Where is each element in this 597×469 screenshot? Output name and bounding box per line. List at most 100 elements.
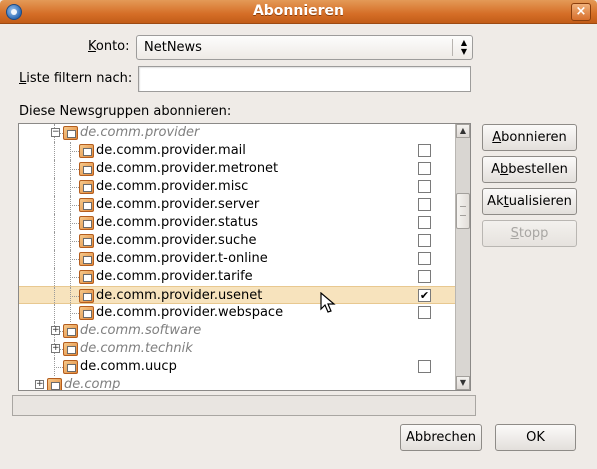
unsubscribe-label-a: A — [491, 162, 501, 177]
newsgroup-tree[interactable]: − de.comm.provider de.comm.provider.mail de… — [18, 123, 471, 391]
subscribe-checkbox[interactable] — [418, 216, 431, 229]
close-button[interactable]: × — [571, 3, 591, 21]
newsgroup-folder-icon — [63, 342, 78, 356]
tree-row[interactable]: de.comm.provider.tarife — [19, 268, 455, 286]
newsgroup-folder-icon — [79, 198, 94, 212]
subscribe-checkbox[interactable] — [418, 360, 431, 373]
tree-row[interactable]: de.comm.provider.webspace — [19, 304, 455, 322]
title-bar[interactable]: Abonnieren × — [0, 0, 597, 24]
tree-row[interactable]: de.comm.provider.misc — [19, 178, 455, 196]
tree-row-label: de.comm.provider.usenet — [96, 288, 263, 303]
subscribe-checkbox[interactable] — [418, 180, 431, 193]
newsgroup-folder-icon — [79, 162, 94, 176]
subscribe-checkbox[interactable]: ✔ — [418, 289, 431, 302]
tree-row-label: de.comm.provider — [80, 125, 200, 140]
subscribe-checkbox[interactable] — [418, 252, 431, 265]
subscribe-label-rest: bonnieren — [501, 130, 567, 145]
tree-row-label: de.comm.provider.t-online — [96, 251, 268, 266]
tree-row[interactable]: de.comm.provider.metronet — [19, 160, 455, 178]
tree-row-label: de.comm.provider.metronet — [96, 161, 279, 176]
tree-branch-line — [70, 223, 79, 224]
tree-guide-line — [54, 214, 55, 232]
tree-guide-line — [54, 196, 55, 214]
subscribe-checkbox[interactable] — [418, 198, 431, 211]
tree-row-label: de.comp — [64, 377, 121, 391]
vertical-scrollbar[interactable]: ▲ ▼ — [455, 124, 470, 390]
subscribe-checkbox[interactable] — [418, 234, 431, 247]
subscribe-checkbox[interactable] — [418, 144, 431, 157]
subscribe-checkbox[interactable] — [418, 162, 431, 175]
newsgroup-folder-icon — [63, 360, 78, 374]
status-bar — [12, 395, 476, 416]
tree-row[interactable]: − de.comm.provider — [19, 124, 455, 142]
unsubscribe-label-rest: bestellen — [508, 162, 568, 177]
newsgroup-folder-icon — [79, 289, 94, 303]
newsgroup-folder-icon — [47, 378, 62, 390]
newsgroup-folder-icon — [79, 306, 94, 320]
tree-guide-line — [54, 250, 55, 268]
tree-row-label: de.comm.provider.tarife — [96, 269, 253, 284]
account-select-value: NetNews — [144, 40, 202, 55]
newsgroup-folder-icon — [79, 234, 94, 248]
tree-branch-line — [70, 313, 79, 314]
tree-row-label: de.comm.provider.suche — [96, 233, 257, 248]
ok-button[interactable]: OK — [495, 424, 576, 451]
tree-row-label: de.comm.provider.mail — [96, 143, 246, 158]
expand-icon[interactable]: + — [51, 344, 60, 353]
tree-guide-line — [54, 304, 55, 322]
tree-row[interactable]: de.comm.uucp — [19, 358, 455, 376]
tree-branch-line — [70, 259, 79, 260]
tree-row-label: de.comm.provider.misc — [96, 179, 249, 194]
newsgroup-folder-icon — [79, 180, 94, 194]
list-label: Diese Newsgruppen abonnieren: — [19, 104, 232, 119]
refresh-label-a: Ak — [487, 194, 504, 209]
tree-branch-line — [70, 296, 79, 297]
tree-guide-line — [54, 232, 55, 250]
scroll-up-icon[interactable]: ▲ — [456, 124, 470, 138]
tree-row[interactable]: + de.comm.technik — [19, 340, 455, 358]
refresh-button[interactable]: Aktualisieren — [482, 188, 577, 215]
stop-button[interactable]: Stopp — [482, 220, 577, 247]
expand-icon[interactable]: + — [51, 326, 60, 335]
tree-row[interactable]: de.comm.provider.suche — [19, 232, 455, 250]
filter-input[interactable] — [138, 66, 471, 92]
tree-row-label: de.comm.provider.webspace — [96, 305, 284, 320]
account-select[interactable]: NetNews ▲ ▼ — [136, 35, 473, 60]
newsgroup-folder-icon — [79, 216, 94, 230]
unsubscribe-button[interactable]: Abbestellen — [482, 156, 577, 183]
filter-label: Liste filtern nach: — [19, 71, 133, 86]
tree-row[interactable]: de.comm.provider.usenet ✔ — [19, 286, 455, 305]
scroll-thumb[interactable] — [456, 193, 470, 229]
collapse-icon[interactable]: − — [51, 128, 60, 137]
newsgroup-folder-icon — [79, 270, 94, 284]
tree-row-label: de.comm.technik — [80, 341, 193, 356]
tree-row[interactable]: de.comm.provider.server — [19, 196, 455, 214]
expand-icon[interactable]: + — [35, 380, 44, 389]
subscribe-checkbox[interactable] — [418, 306, 431, 319]
cancel-button[interactable]: Abbrechen — [400, 424, 482, 451]
tree-branch-line — [54, 367, 63, 368]
tree-branch-line — [70, 187, 79, 188]
tree-branch-line — [70, 169, 79, 170]
tree-branch-line — [70, 205, 79, 206]
newsgroup-folder-icon — [63, 324, 78, 338]
tree-guide-line — [54, 160, 55, 178]
tree-row[interactable]: de.comm.provider.status — [19, 214, 455, 232]
tree-branch-line — [70, 277, 79, 278]
tree-row[interactable]: + de.comp — [19, 376, 455, 391]
tree-guide-line — [54, 178, 55, 196]
stop-label-rest: topp — [518, 226, 549, 241]
subscribe-button[interactable]: Abonnieren — [482, 124, 577, 151]
tree-row[interactable]: + de.comm.software — [19, 322, 455, 340]
refresh-label-rest: ualisieren — [508, 194, 572, 209]
window-title: Abonnieren — [252, 3, 345, 19]
scroll-down-icon[interactable]: ▼ — [456, 376, 470, 390]
subscribe-checkbox[interactable] — [418, 270, 431, 283]
mouse-pointer-icon — [320, 292, 336, 313]
tree-row[interactable]: de.comm.provider.t-online — [19, 250, 455, 268]
tree-guide-line — [54, 142, 55, 160]
tree-row[interactable]: de.comm.provider.mail — [19, 142, 455, 160]
tree-branch-line — [70, 151, 79, 152]
newsgroup-folder-icon — [63, 126, 78, 140]
subscribe-mnemonic: A — [492, 130, 502, 145]
